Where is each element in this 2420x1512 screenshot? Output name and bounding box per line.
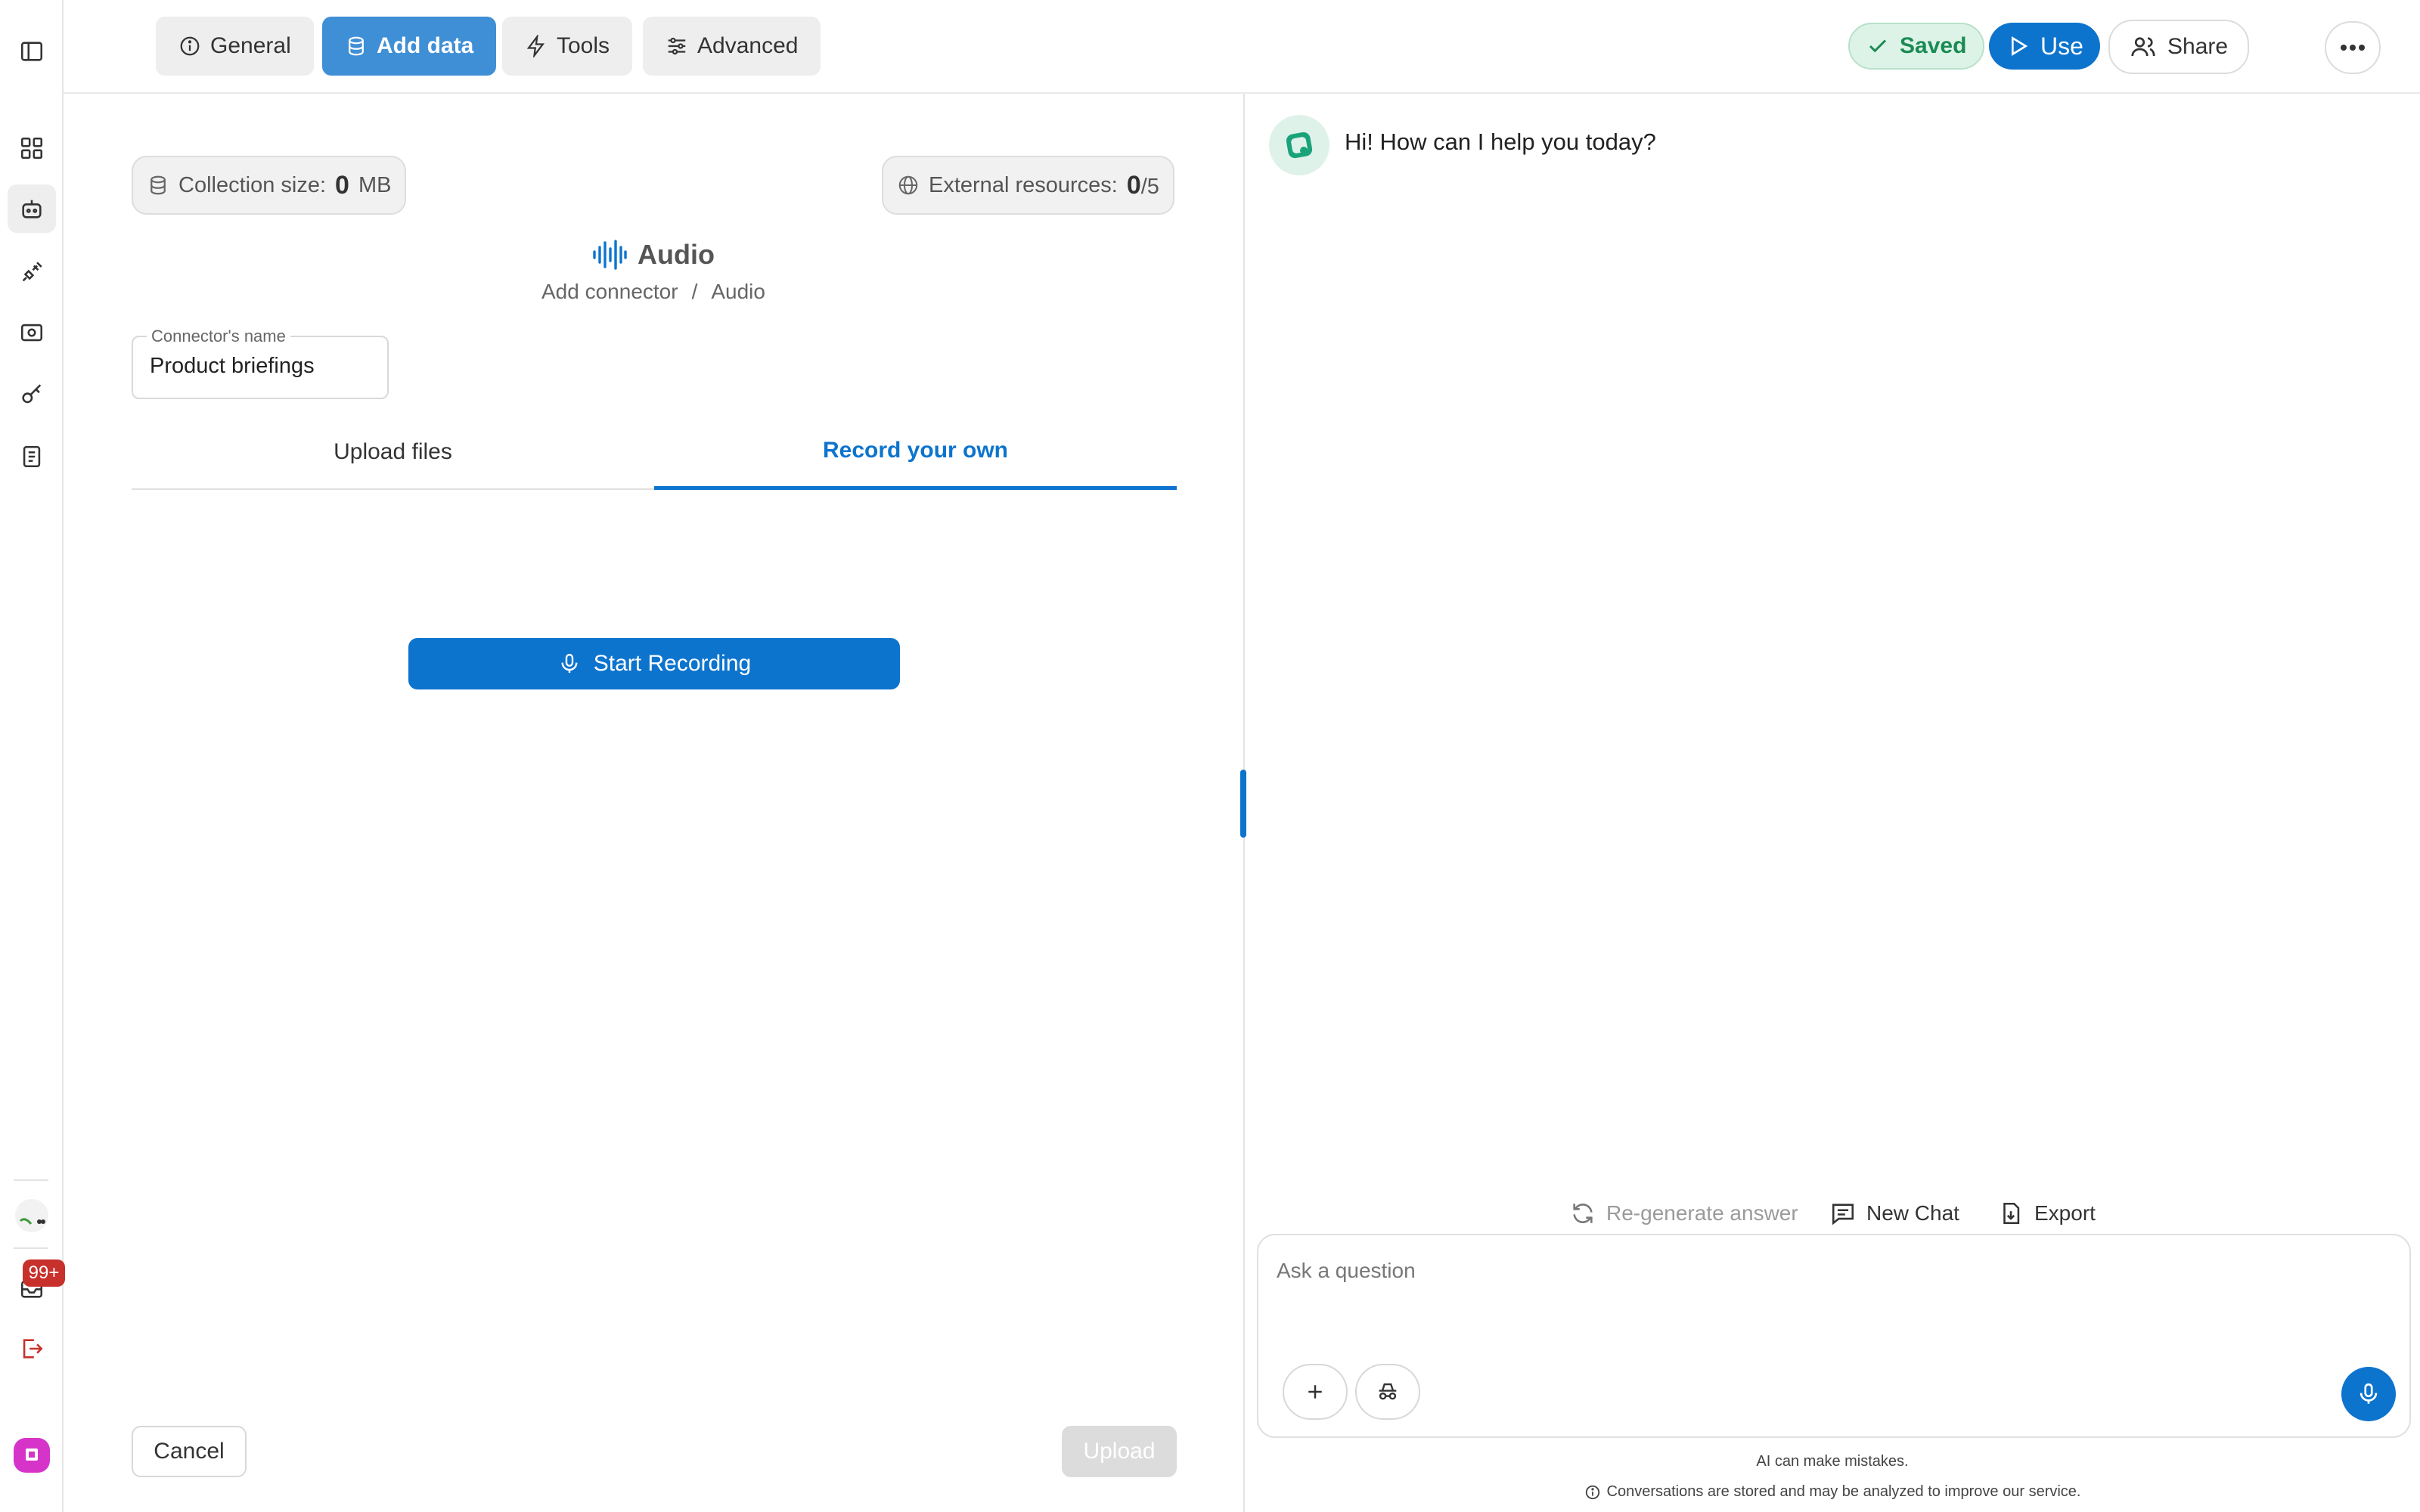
audio-waveform-icon [593, 240, 627, 270]
bolt-icon [526, 35, 544, 57]
database-icon [349, 36, 364, 56]
app-logo-icon[interactable] [8, 1430, 56, 1479]
upload-button[interactable]: Upload [1062, 1426, 1177, 1477]
saved-label: Saved [1900, 33, 1967, 58]
start-recording-button[interactable]: Start Recording [408, 638, 900, 689]
tab-record-your-own[interactable]: Record your own [654, 414, 1177, 490]
rail-divider [14, 1179, 48, 1181]
new-chat-label: New Chat [1866, 1201, 1959, 1225]
plus-icon [1308, 1385, 1322, 1399]
ellipsis-icon [2341, 45, 2365, 51]
share-button[interactable]: Share [2108, 20, 2250, 74]
share-label: Share [2167, 34, 2229, 59]
notification-badge: 99+ [23, 1259, 65, 1287]
key-icon[interactable] [8, 370, 56, 419]
tab-label: Add data [377, 33, 474, 58]
export-file-icon [2003, 1202, 2020, 1225]
collection-size-chip: Collection size: 0 MB [132, 156, 407, 215]
sidebar-toggle-icon[interactable] [8, 27, 56, 76]
external-resources-label: External resources: [929, 172, 1118, 197]
regenerate-label: Re-generate answer [1606, 1201, 1798, 1225]
incognito-button[interactable] [1355, 1364, 1420, 1420]
add-attachment-button[interactable] [1283, 1364, 1348, 1420]
tab-label: General [210, 33, 291, 58]
collection-size-unit: MB [358, 172, 392, 197]
scan-icon[interactable] [8, 308, 56, 357]
chat-panel: Hi! How can I help you today? Re-generat… [1245, 94, 2420, 1512]
voice-input-button[interactable] [2341, 1367, 2396, 1421]
check-icon [1869, 39, 1887, 53]
tab-add-data[interactable]: Add data [322, 17, 497, 76]
export-label: Export [2034, 1201, 2096, 1225]
tab-general[interactable]: General [156, 17, 314, 76]
info-icon [1585, 1485, 1599, 1499]
dashboard-icon[interactable] [8, 124, 56, 172]
privacy-notice: Conversations are stored and may be anal… [1245, 1483, 2420, 1505]
collection-size-value: 0 [335, 170, 349, 200]
external-resources-chip: External resources: 0/5 [882, 156, 1174, 215]
integrations-plug-icon[interactable] [8, 248, 56, 296]
external-resources-value: 0 [1126, 170, 1141, 200]
refresh-icon [1573, 1204, 1593, 1223]
globe-icon [898, 175, 918, 195]
breadcrumb-current: Audio [711, 280, 765, 303]
source-tabs: Upload files Record your own [132, 414, 1177, 490]
regenerate-answer-button[interactable]: Re-generate answer [1570, 1187, 1798, 1240]
microphone-icon [2360, 1383, 2378, 1404]
saved-status-badge: Saved [1848, 23, 1985, 70]
connector-title-text: Audio [638, 239, 715, 270]
tab-label: Tools [557, 33, 610, 58]
docs-book-icon[interactable] [8, 432, 56, 481]
add-data-panel: Collection size: 0 MB External resources… [64, 94, 1243, 1512]
external-resources-max: /5 [1140, 174, 1159, 199]
collection-size-label: Collection size: [178, 172, 327, 197]
tab-upload-files[interactable]: Upload files [132, 414, 654, 490]
breadcrumb-add-connector[interactable]: Add connector [541, 280, 678, 303]
info-icon [180, 36, 200, 56]
breadcrumb-separator: / [691, 280, 698, 303]
tab-label: Advanced [697, 33, 799, 58]
ai-disclaimer: AI can make mistakes. [1756, 1453, 1909, 1470]
sliders-icon [668, 37, 686, 55]
bot-avatar [1269, 115, 1329, 175]
connector-name-label: Connector's name [147, 327, 290, 346]
tab-tools[interactable]: Tools [502, 17, 633, 76]
bot-logo-icon [1286, 132, 1313, 159]
use-button[interactable]: Use [1989, 23, 2100, 70]
users-icon [2131, 37, 2155, 57]
play-icon [2012, 36, 2028, 57]
assistants-bot-icon[interactable] [8, 184, 56, 233]
breadcrumb: Add connector / Audio [64, 280, 1243, 304]
cancel-button[interactable]: Cancel [132, 1426, 247, 1477]
rail-divider [14, 1247, 48, 1249]
connector-name-input[interactable] [150, 354, 377, 379]
export-button[interactable]: Export [1998, 1187, 2096, 1240]
bot-greeting-message: Hi! How can I help you today? [1345, 129, 1656, 155]
team-avatar-icon[interactable] [8, 1191, 56, 1240]
ask-question-input[interactable] [1277, 1252, 2335, 1290]
incognito-icon [1379, 1383, 1397, 1400]
logout-icon[interactable] [8, 1325, 56, 1373]
left-rail: 99+ [0, 0, 65, 1512]
connector-title: Audio [64, 239, 1243, 271]
new-chat-button[interactable]: New Chat [1830, 1187, 1959, 1240]
chat-composer [1257, 1234, 2411, 1438]
more-options-button[interactable] [2325, 21, 2381, 74]
microphone-icon [561, 653, 578, 673]
chat-actions-bar: Re-generate answer New Chat Export [1245, 1187, 2420, 1240]
database-icon [150, 175, 166, 195]
privacy-notice-text: Conversations are stored and may be anal… [1606, 1483, 2081, 1500]
top-bar: General Add data Tools Advanced Saved Us… [64, 0, 2420, 94]
chat-bubble-icon [1832, 1204, 1854, 1225]
use-label: Use [2040, 32, 2083, 60]
tab-advanced[interactable]: Advanced [643, 17, 821, 76]
connector-name-field[interactable]: Connector's name [132, 327, 389, 399]
start-recording-label: Start Recording [593, 651, 752, 676]
